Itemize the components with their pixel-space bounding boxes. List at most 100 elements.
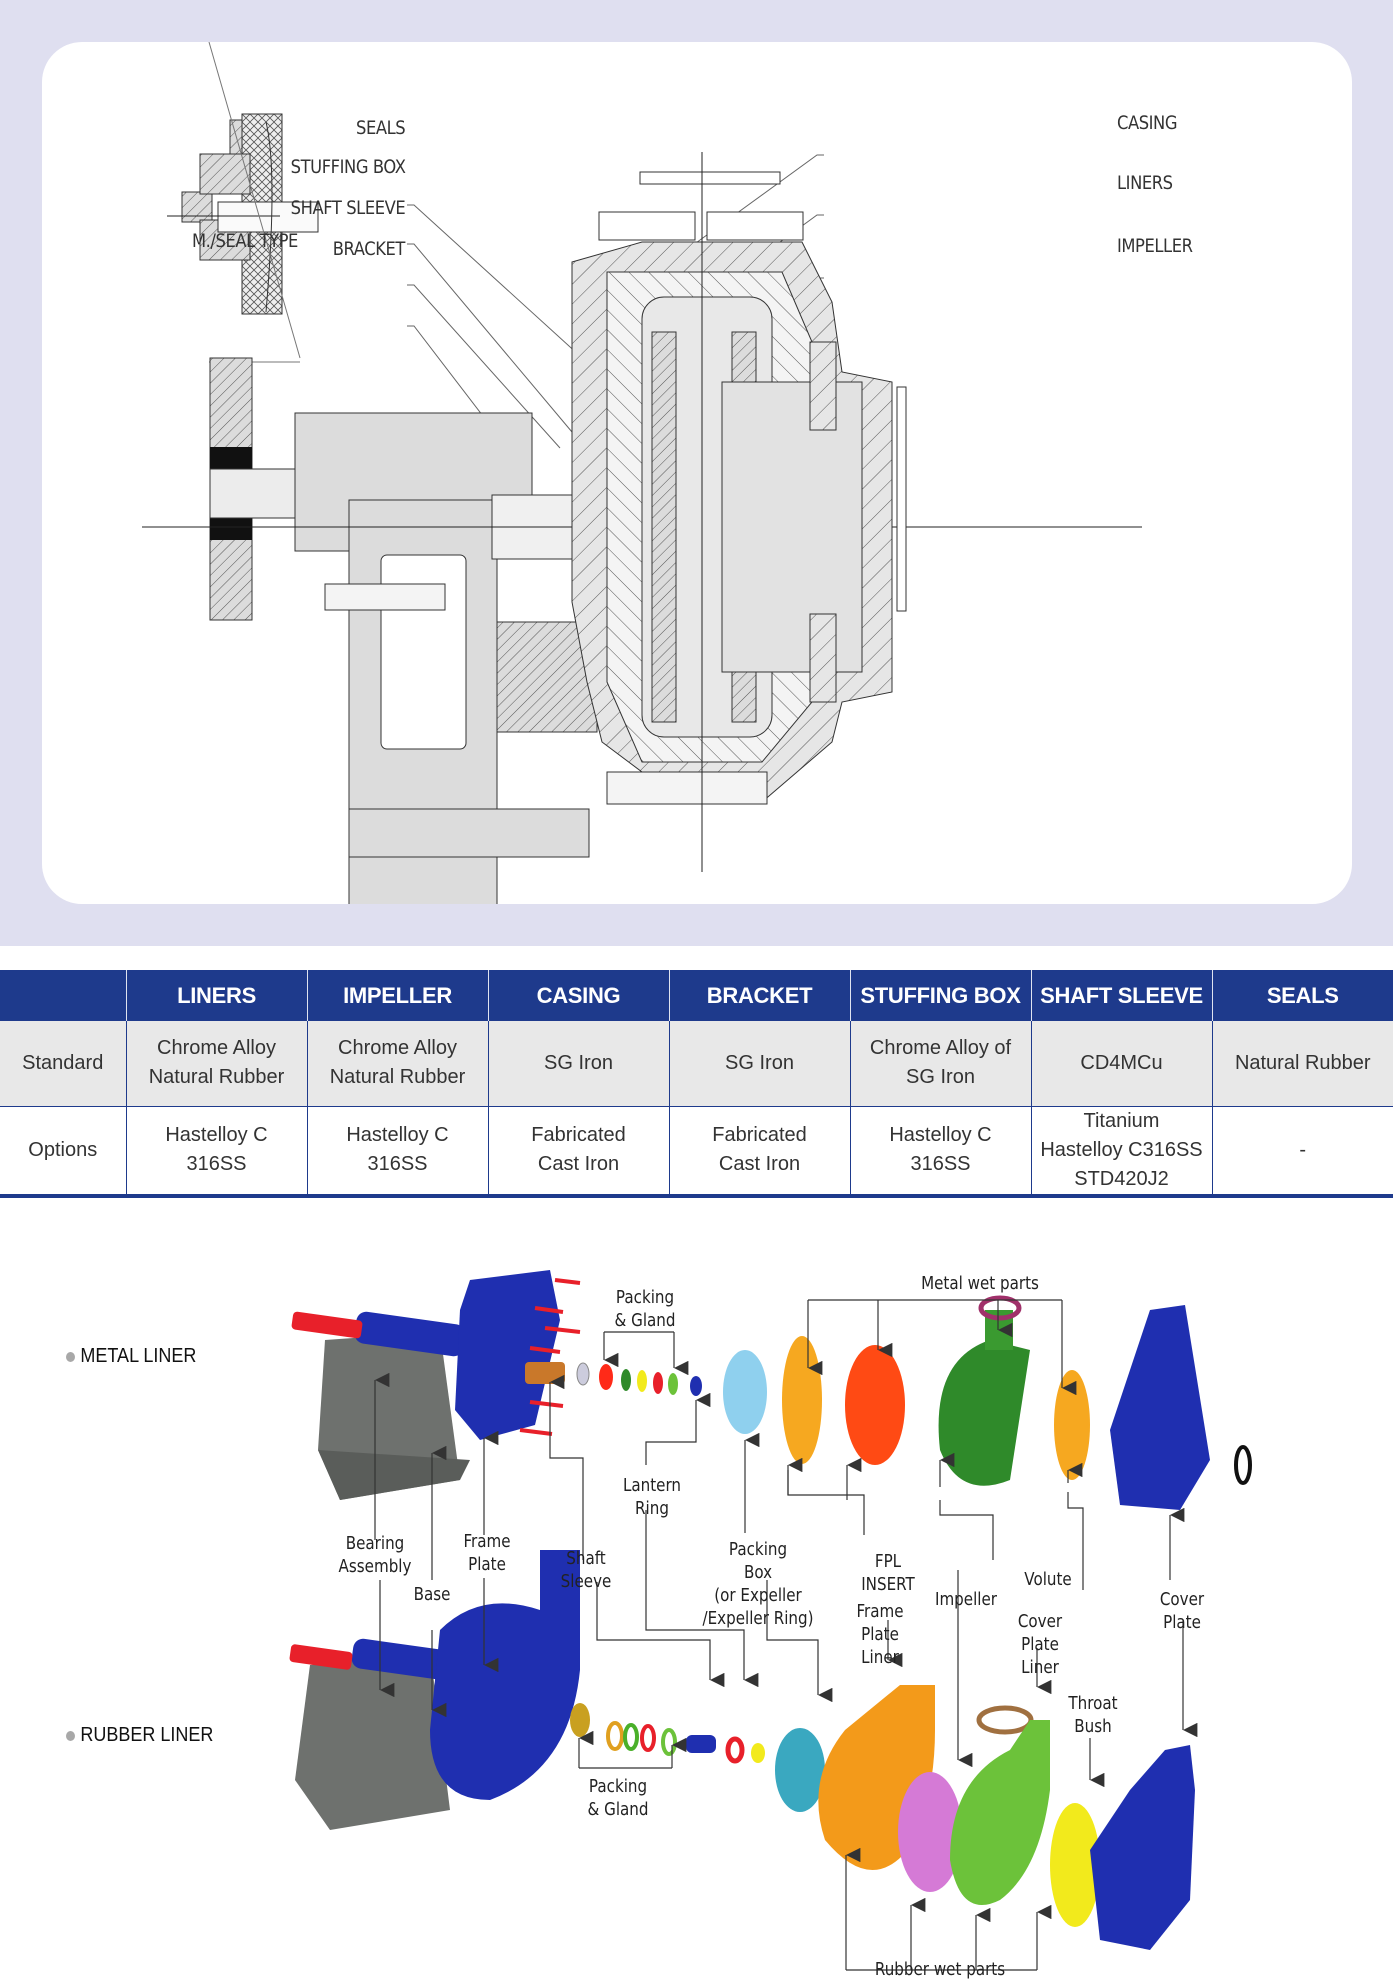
metal-fpl-insert [845, 1345, 905, 1465]
exploded-assembly: METAL LINER RUBBER LINER Metal wet parts… [0, 1250, 1393, 1983]
cell-text: Fabricated [531, 1124, 626, 1146]
materials-table: LINERS IMPELLER CASING BRACKET STUFFING … [0, 970, 1393, 1198]
table-cell: Chrome Alloy Natural Rubber [306, 1021, 488, 1107]
cell-text: Natural Rubber [1234, 1051, 1371, 1074]
label-frame-plate-liner: Frame Plate Liner [856, 1601, 904, 1668]
bullet-icon [66, 1730, 75, 1741]
cell-text: SG Iron [906, 1066, 975, 1089]
metal-frame-plate [455, 1270, 560, 1440]
table-cell: CD4MCu [1030, 1021, 1212, 1107]
rubber-packing-box [775, 1728, 825, 1812]
seal-type-caption: M./SEAL TYPE [192, 230, 298, 252]
metal-washer [576, 1362, 590, 1386]
header-seals: SEALS [1211, 970, 1393, 1021]
cell-text: 316SS [186, 1153, 247, 1175]
table-cell: - [1211, 1106, 1393, 1198]
cell-text: Cast Iron [718, 1153, 801, 1175]
metal-packing-box [723, 1350, 767, 1434]
sectional-drawing-card: M./SEAL TYPE SEALS STUFFING BOX SHAFT SL… [42, 42, 1352, 904]
cell-text: Natural Rubber [329, 1066, 466, 1089]
label-frame-plate: Frame Plate [463, 1531, 511, 1575]
variant-metal-liner-text: METAL LINER [80, 1345, 197, 1367]
callout-seals: SEALS [355, 117, 406, 139]
table-cell: Fabricated Cast Iron [668, 1106, 850, 1198]
table-cell: Hastelloy C 316SS [849, 1106, 1031, 1198]
label-volute: Volute [1024, 1569, 1072, 1590]
cell-text: STD420J2 [1074, 1167, 1169, 1190]
header-impeller: IMPELLER [306, 970, 488, 1021]
metal-shaft-sleeve-part [525, 1362, 565, 1384]
callout-shaft-sleeve: SHAFT SLEEVE [290, 197, 405, 219]
table-cell: Natural Rubber [1211, 1021, 1393, 1107]
header-blank [0, 970, 126, 1021]
callout-liners: LINERS [1117, 172, 1173, 194]
label-shaft-sleeve: Shaft Sleeve [560, 1548, 612, 1592]
cell-text: Hastelloy C [346, 1124, 449, 1146]
header-liners: LINERS [125, 970, 307, 1021]
label-cover-plate: Cover Plate [1159, 1589, 1205, 1633]
callout-stuffing-box: STUFFING BOX [290, 156, 405, 178]
variant-label-metal-liner: METAL LINER [66, 1345, 196, 1368]
callout-bracket: BRACKET [332, 238, 406, 260]
metal-throat-bush [1054, 1370, 1090, 1480]
table-row-options: Options Hastelloy C 316SS Hastelloy C 316SS F… [0, 1106, 1393, 1198]
variant-label-rubber-liner: RUBBER LINER [66, 1724, 213, 1747]
rubber-lantern-ring [686, 1735, 716, 1753]
table-header-row: LINERS IMPELLER CASING BRACKET STUFFING … [0, 970, 1393, 1021]
rubber-cover-plate [1090, 1745, 1195, 1950]
bearing-bracket [294, 412, 598, 904]
variant-rubber-liner-text: RUBBER LINER [80, 1724, 214, 1746]
label-lantern-ring: Lantern Ring [622, 1475, 682, 1519]
cell-text: SG Iron [725, 1051, 794, 1074]
cell-text: - [1299, 1138, 1307, 1161]
table-cell: Chrome Alloy of SG Iron [849, 1021, 1031, 1107]
callout-casing: CASING [1117, 112, 1178, 134]
cell-text: Chrome Alloy of [869, 1037, 1012, 1060]
label-metal-wet-parts: Metal wet parts [921, 1273, 1039, 1294]
cell-text: 316SS [367, 1153, 428, 1175]
header-bracket: BRACKET [668, 970, 850, 1021]
label-packing-box: Packing Box (or Expeller/Expeller Ring) [702, 1539, 814, 1629]
row-label: Options [0, 1106, 126, 1198]
label-impeller: Impeller [934, 1589, 998, 1610]
metal-liner-assembly [291, 1270, 1252, 1510]
metal-cover-plate [1110, 1305, 1210, 1510]
drawing-panel-background: M./SEAL TYPE SEALS STUFFING BOX SHAFT SL… [0, 0, 1393, 946]
label-bearing-assembly: Bearing Assembly [338, 1533, 412, 1577]
label-cover-plate-liner: Cover Plate Liner [1017, 1611, 1063, 1678]
metal-o-ring [1234, 1445, 1252, 1485]
table-cell: Fabricated Cast Iron [487, 1106, 669, 1198]
bullet-icon [66, 1351, 75, 1362]
cell-text: 316SS [910, 1153, 971, 1175]
cell-text: Titanium [1083, 1109, 1160, 1132]
rubber-cover-plate-liner [950, 1720, 1050, 1905]
label-packing-gland-top: Packing & Gland [614, 1287, 676, 1331]
header-stuffing-box: STUFFING BOX [849, 970, 1031, 1021]
cell-text: Hastelloy C [165, 1124, 268, 1146]
cell-text: Hastelloy C316SS [1040, 1138, 1203, 1161]
table-cell: Hastelloy C 316SS [125, 1106, 307, 1198]
table-cell: Hastelloy C 316SS [306, 1106, 488, 1198]
label-base: Base [413, 1584, 451, 1605]
rubber-packing-yellow [751, 1743, 765, 1763]
metal-pedestal [318, 1332, 470, 1500]
table-cell: SG Iron [668, 1021, 850, 1107]
cell-text: Hastelloy C [889, 1124, 992, 1146]
table-cell: Chrome Alloy Natural Rubber [125, 1021, 307, 1107]
metal-packing-rings [599, 1364, 702, 1396]
cell-text: SG Iron [544, 1051, 613, 1074]
rubber-packing-red [725, 1736, 745, 1764]
pump-casing [571, 152, 907, 872]
metal-volute [938, 1340, 1030, 1486]
header-casing: CASING [487, 970, 669, 1021]
table-cell: Titanium Hastelloy C316SS STD420J2 [1030, 1106, 1212, 1198]
rubber-shaft-sleeve-part [570, 1703, 590, 1737]
row-label: Standard [0, 1021, 126, 1107]
cell-text: CD4MCu [1080, 1051, 1163, 1074]
label-rubber-wet-parts: Rubber wet parts [874, 1959, 1006, 1980]
label-throat-bush: Throat Bush [1068, 1693, 1118, 1737]
cell-text: Fabricated [712, 1124, 807, 1146]
header-shaft-sleeve: SHAFT SLEEVE [1030, 970, 1212, 1021]
cell-text: Chrome Alloy [338, 1037, 457, 1060]
cell-text: Cast Iron [537, 1153, 620, 1175]
